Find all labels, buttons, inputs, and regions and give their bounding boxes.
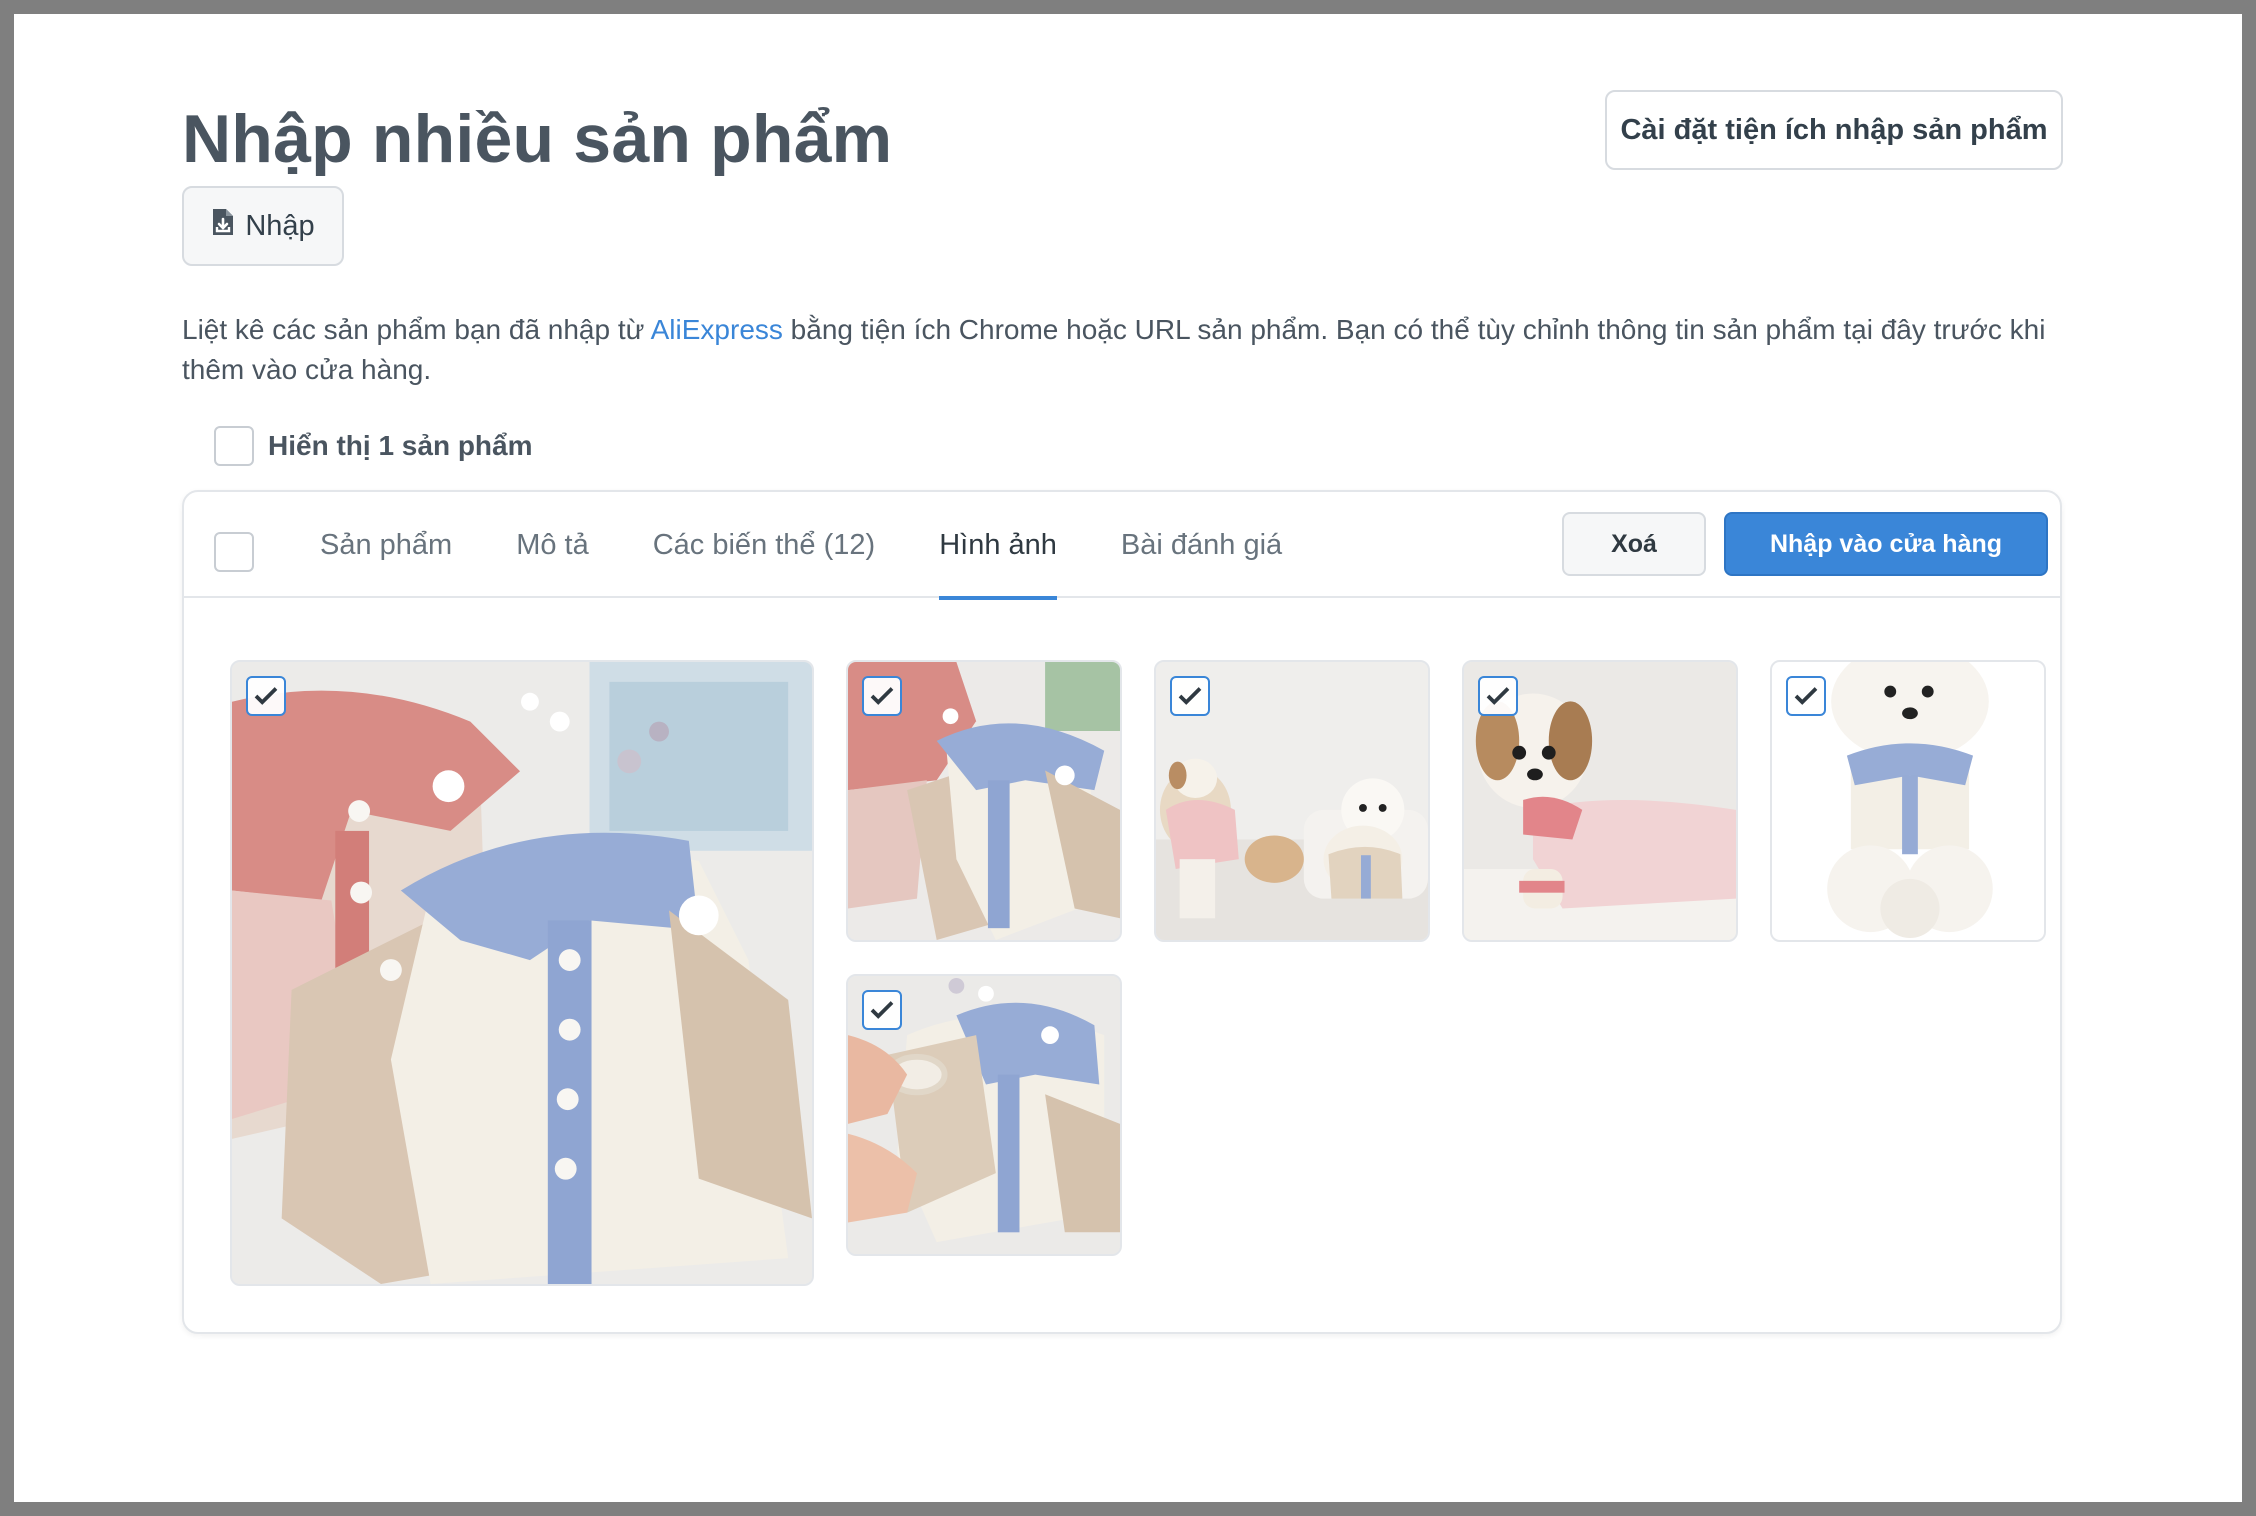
show-products-toggle[interactable]: Hiển thị 1 sản phẩm	[214, 424, 533, 468]
show-products-checkbox[interactable]	[214, 426, 254, 466]
aliexpress-link[interactable]: AliExpress	[651, 314, 783, 345]
checkmark-icon	[254, 687, 278, 705]
import-to-store-button[interactable]: Nhập vào cửa hàng	[1724, 512, 2048, 576]
checkmark-icon	[870, 1001, 894, 1019]
tab-variants[interactable]: Các biến thể (12)	[621, 492, 907, 598]
show-products-label: Hiển thị 1 sản phẩm	[268, 430, 533, 461]
product-image-6[interactable]	[846, 974, 1122, 1256]
description-text-start: Liệt kê các sản phẩm bạn đã nhập từ	[182, 314, 651, 345]
product-image-4[interactable]	[1462, 660, 1738, 942]
checkmark-icon	[1486, 687, 1510, 705]
page-description: Liệt kê các sản phẩm bạn đã nhập từ AliE…	[182, 310, 2082, 390]
image-5-checkbox[interactable]	[1786, 676, 1826, 716]
image-1-checkbox[interactable]	[246, 676, 286, 716]
tab-images[interactable]: Hình ảnh	[907, 492, 1089, 600]
image-4-checkbox[interactable]	[1478, 676, 1518, 716]
image-6-checkbox[interactable]	[862, 990, 902, 1030]
checkmark-icon	[870, 687, 894, 705]
tab-reviews[interactable]: Bài đánh giá	[1089, 492, 1314, 598]
select-product-checkbox[interactable]	[214, 532, 254, 572]
import-button[interactable]: Nhập	[182, 186, 344, 266]
app-frame: Nhập nhiều sản phẩm Cài đặt tiện ích nhậ…	[14, 14, 2242, 1502]
file-import-icon	[211, 207, 235, 245]
product-image-2[interactable]	[846, 660, 1122, 942]
import-button-label: Nhập	[245, 209, 315, 242]
checkmark-icon	[1178, 687, 1202, 705]
image-2-checkbox[interactable]	[862, 676, 902, 716]
sweaters-flatlay-photo	[232, 662, 812, 1284]
delete-button[interactable]: Xoá	[1562, 512, 1706, 576]
product-image-3[interactable]	[1154, 660, 1430, 942]
product-panel: Sản phẩm Mô tả Các biến thể (12) Hình ản…	[182, 490, 2062, 1334]
import-extension-settings-button[interactable]: Cài đặt tiện ích nhập sản phẩm	[1605, 90, 2063, 170]
tab-description[interactable]: Mô tả	[484, 492, 621, 598]
image-3-checkbox[interactable]	[1170, 676, 1210, 716]
product-panel-header: Sản phẩm Mô tả Các biến thể (12) Hình ản…	[184, 492, 2060, 600]
checkmark-icon	[1794, 687, 1818, 705]
product-image-1[interactable]	[230, 660, 814, 1286]
product-image-5[interactable]	[1770, 660, 2046, 942]
product-tabs: Sản phẩm Mô tả Các biến thể (12) Hình ản…	[288, 492, 1314, 600]
tab-products[interactable]: Sản phẩm	[288, 492, 484, 598]
page-title: Nhập nhiều sản phẩm	[182, 101, 893, 177]
